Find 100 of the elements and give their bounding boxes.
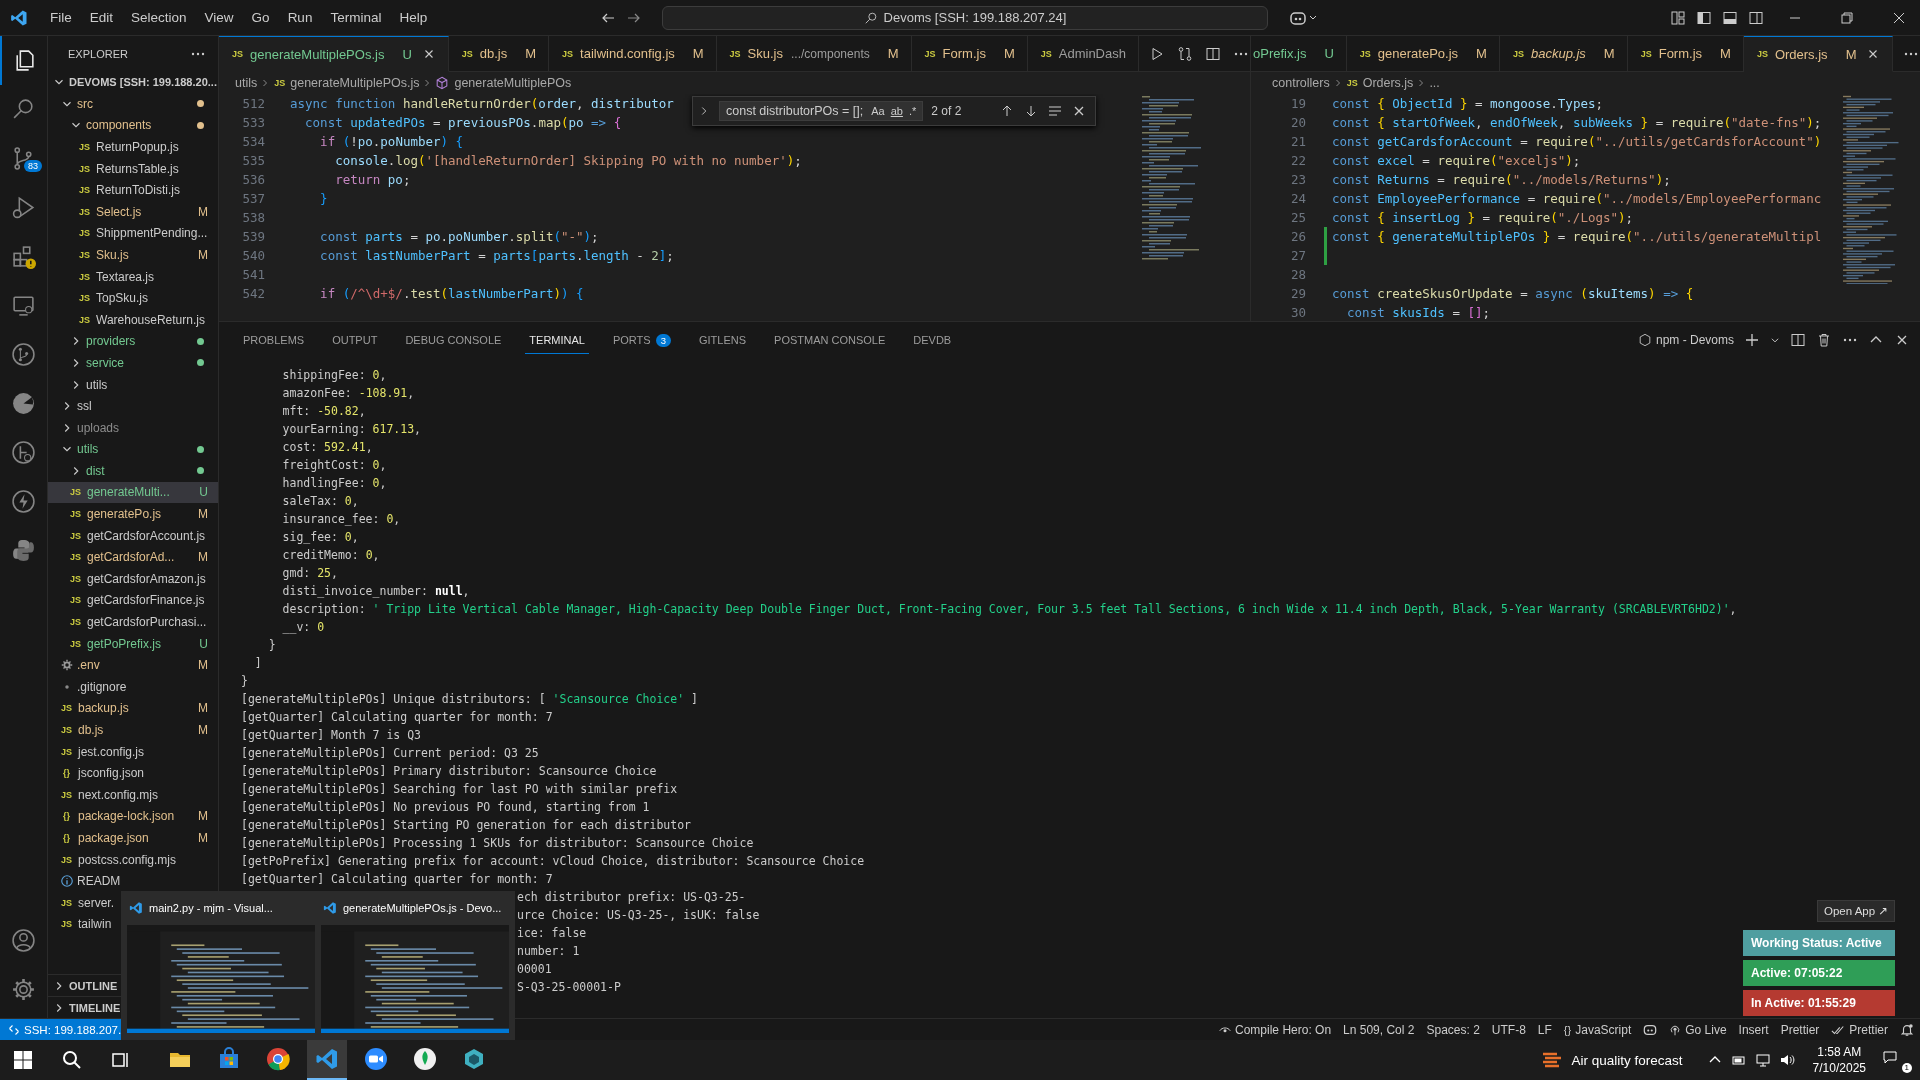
secondary-sidebar-icon[interactable] [1748,9,1764,26]
tree-item[interactable]: ReturnToDisti.js [96,183,181,198]
section-header[interactable]: OUTLINE [52,978,118,993]
tree-item[interactable]: db.js [78,723,104,737]
menu-item[interactable]: View [196,7,242,28]
tree-item[interactable]: Select.js [96,204,142,219]
editor-tab[interactable]: JS tailwind.config.js M [549,36,717,72]
search-icon[interactable] [62,1050,82,1070]
breadcrumb-item[interactable]: utils [235,76,258,90]
tree-item[interactable]: ReturnsTable.js [96,161,179,176]
python-icon[interactable] [11,538,36,563]
tree-item[interactable]: components [86,118,152,133]
terminal-selector[interactable]: npm - Devoms [1637,333,1734,347]
status-item[interactable]: Go Live [1663,1022,1733,1037]
git-branch-icon[interactable] [11,342,36,367]
tree-item[interactable]: ShippmentPending... [96,226,208,241]
status-item[interactable]: Insert [1732,1022,1775,1037]
section-header[interactable]: TIMELINE [52,1000,121,1015]
tree-item[interactable]: dist [86,463,105,478]
status-item[interactable]: Prettier [1774,1022,1826,1037]
start-icon[interactable] [13,1050,33,1070]
tree-item[interactable]: getCardsforPurchasi... [87,615,207,630]
breadcrumb-item[interactable]: Orders.js [1362,76,1414,90]
remote-explorer-icon[interactable] [11,293,36,318]
lightning-icon[interactable] [11,489,36,514]
editor-tab[interactable]: JS AdminDash [1027,36,1139,72]
notifications-button[interactable]: 1 [1880,1047,1912,1073]
editor-tab[interactable]: JS Form.js M [1627,36,1744,72]
tree-item[interactable]: getCardsforAmazon.js [87,571,206,586]
breadcrumb-item[interactable]: ... [1429,76,1440,90]
panel-tab[interactable]: DEBUG CONSOLE [401,326,506,354]
status-item[interactable]: {} JavaScript [1557,1022,1638,1037]
tree-item[interactable]: ReturnPopup.js [96,140,179,154]
tree-item[interactable]: .env [77,658,100,673]
editor-tab[interactable]: JS Orders.js M [1743,36,1894,72]
tree-item[interactable]: ssl [77,399,92,414]
tree-item[interactable]: generateMulti... [87,485,170,500]
editor-tab[interactable]: JS Form.js M [911,36,1028,72]
editor-tab[interactable]: JS db.js M [448,36,550,72]
split-editor-icon[interactable] [1204,45,1221,62]
panel-tab[interactable]: POSTMAN CONSOLE [770,326,890,354]
tree-item[interactable]: jsconfig.json [78,766,145,781]
tree-item[interactable]: getCardsforFinance.js [87,593,205,608]
git-graph-icon[interactable] [11,440,36,465]
panel-tab[interactable]: GITLENS [694,326,751,354]
tree-item[interactable]: utils [77,442,99,457]
search-option[interactable]: Aa [871,105,885,117]
tree-item[interactable]: providers [86,334,136,349]
tree-item[interactable]: server. [78,895,114,910]
tree-item[interactable]: tailwin [78,917,112,932]
account-icon[interactable] [11,928,36,953]
panel-tab[interactable]: DEVDB [909,326,956,354]
sidebar-toggle-icon[interactable] [1696,9,1712,26]
task-view-icon[interactable] [111,1050,131,1070]
editor-tab[interactable]: JS Sku.js .../components M [716,36,912,72]
tree-item[interactable]: utils [86,377,108,392]
tree-item[interactable]: next.config.mjs [78,787,159,802]
command-center[interactable]: Devoms [SSH: 199.188.207.24] [662,5,1268,30]
volume-icon[interactable] [1778,1052,1795,1068]
menu-item[interactable]: File [42,7,80,28]
split-terminal-icon[interactable] [1790,332,1806,348]
open-app-button[interactable]: Open App ↗ [1817,900,1895,922]
copilot-icon[interactable] [1643,1022,1658,1037]
workspace-header[interactable]: DEVOMS [SSH: 199.188.20... [48,71,218,93]
tree-item[interactable]: backup.js [78,701,129,716]
search-option[interactable]: ab [890,105,903,117]
menu-item[interactable]: Help [391,7,436,28]
editor-tab[interactable]: JS backup.js M [1499,36,1628,72]
breadcrumb-item[interactable]: generateMultiplePOs.js [290,76,420,90]
tree-item[interactable]: postcss.config.mjs [78,852,177,867]
editor-tab[interactable]: JS generateMultiplePOs.js U [219,36,449,72]
tree-item[interactable]: src [77,96,93,111]
tree-item[interactable]: jest.config.js [78,744,145,759]
pie-chart-icon[interactable] [11,391,36,416]
status-item[interactable]: Compile Hero: On [1213,1022,1338,1037]
panel-tab[interactable]: PROBLEMS [239,326,309,354]
selection-icon[interactable] [1047,103,1064,119]
status-item[interactable]: Prettier [1825,1022,1894,1037]
tree-item[interactable]: TopSku.js [96,291,149,306]
tree-item[interactable]: getCardsforAccount.js [87,528,206,543]
tree-item[interactable]: Textarea.js [96,269,155,284]
network-icon[interactable] [1754,1052,1771,1068]
editor-tab[interactable]: oPrefix.js U [1251,36,1347,72]
tree-item[interactable]: getPoPrefix.js [87,636,162,651]
layout-icon[interactable] [1670,9,1686,26]
tree-item[interactable]: READM [77,874,121,889]
status-item[interactable]: Spaces: 2 [1420,1022,1486,1037]
editor-tab[interactable]: JS generatePo.js M [1346,36,1500,72]
panel-tab[interactable]: TERMINAL [525,326,589,354]
status-item[interactable]: LF [1531,1022,1558,1037]
tree-item[interactable]: package-lock.json [78,809,175,824]
bell-icon[interactable] [1900,1022,1914,1037]
tree-item[interactable]: WarehouseReturn.js [96,312,205,327]
compare-icon[interactable] [1176,45,1193,62]
tree-item[interactable]: service [86,355,124,370]
menu-item[interactable]: Go [243,7,278,28]
plus-icon[interactable] [1744,332,1760,348]
menu-item[interactable]: Edit [81,7,122,28]
menu-item[interactable]: Run [279,7,321,28]
clock[interactable]: 1:58 AM 7/10/2025 [1812,1044,1866,1076]
